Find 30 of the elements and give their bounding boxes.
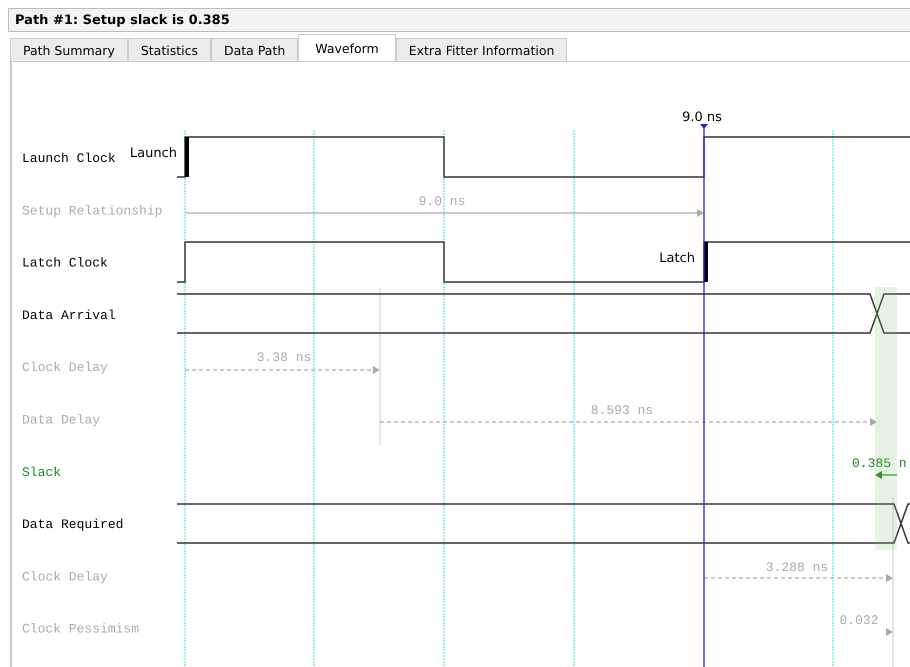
cursor-time-label: 9.0 ns: [682, 110, 722, 125]
measure-value: 0.032: [840, 613, 878, 628]
tab[interactable]: Statistics: [128, 38, 211, 61]
signal-label: Data Delay: [22, 412, 100, 428]
measure-value: 3.38 ns: [256, 350, 312, 365]
signal-label: Clock Delay: [22, 360, 108, 376]
signal-label: Clock Delay: [22, 569, 108, 584]
signal-label: Latch Clock: [22, 256, 108, 271]
signal-label: Setup Relationship: [22, 203, 162, 218]
edge-marker: [185, 137, 189, 177]
signal-label: Slack: [22, 464, 62, 480]
tab[interactable]: Waveform: [298, 34, 396, 61]
measure-arrow: [875, 471, 897, 479]
time-cursor[interactable]: [700, 124, 708, 667]
edge-marker: [704, 242, 708, 282]
signal-label: Data Required: [22, 517, 124, 532]
edge-label: Latch: [659, 251, 695, 266]
measure-arrow: [886, 628, 893, 636]
signal-label: Launch Clock: [22, 151, 116, 166]
signal-label: Data Arrival: [22, 308, 116, 323]
edge-label: Launch: [130, 146, 177, 161]
panel-title: Path #1: Setup slack is 0.385: [15, 12, 230, 28]
measure-value: 3.288 ns: [766, 560, 828, 575]
measure-value: 9.0 ns: [418, 194, 466, 209]
tab[interactable]: Extra Fitter Information: [396, 38, 568, 61]
tab[interactable]: Path Summary: [10, 38, 128, 61]
tab[interactable]: Data Path: [211, 38, 298, 61]
signal-label: Clock Pessimism: [22, 622, 140, 637]
measure-value: 0.385 n: [852, 456, 907, 471]
measure-value: 8.593 ns: [590, 403, 654, 418]
